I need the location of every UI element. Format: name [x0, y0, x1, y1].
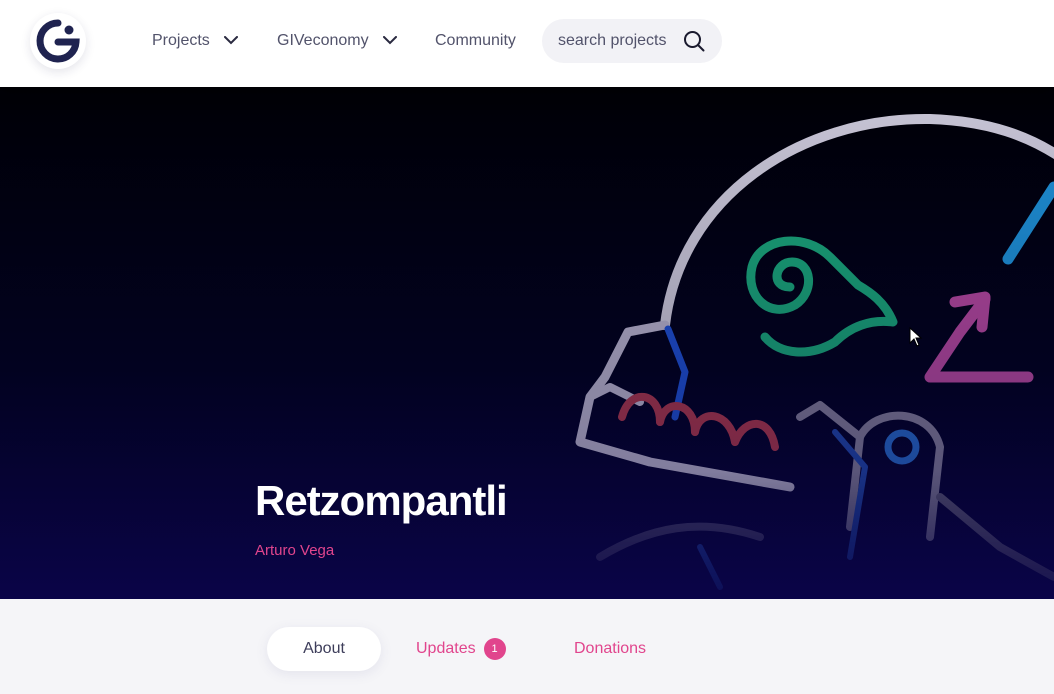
project-artwork: [575, 113, 1054, 590]
chevron-down-icon: [382, 32, 397, 50]
nav-giveconomy-label: GIVeconomy: [277, 32, 369, 49]
chevron-down-icon: [223, 32, 238, 50]
search-input[interactable]: [558, 30, 676, 52]
nav-projects-label: Projects: [152, 32, 210, 49]
nav-community-label: Community: [435, 32, 516, 49]
top-header: Projects GIVeconomy Community: [0, 0, 1054, 87]
tab-updates-label: Updates: [416, 640, 476, 657]
mouse-pointer-icon: [909, 326, 923, 352]
project-title: Retzompantli: [255, 477, 508, 524]
search-box: [542, 19, 722, 63]
project-tabs: About Updates 1 Donations: [0, 599, 1054, 694]
nav-projects[interactable]: Projects: [152, 30, 238, 52]
nav-community[interactable]: Community: [435, 30, 516, 52]
tab-donations[interactable]: Donations: [574, 627, 646, 671]
tab-about[interactable]: About: [267, 627, 381, 671]
tab-updates[interactable]: Updates 1: [416, 627, 506, 671]
nav-giveconomy[interactable]: GIVeconomy: [277, 30, 397, 52]
search-icon[interactable]: [683, 30, 705, 57]
updates-count-badge: 1: [483, 638, 506, 660]
project-author-link[interactable]: Arturo Vega: [255, 542, 334, 559]
giveth-logo-icon[interactable]: [30, 13, 86, 69]
tab-about-label: About: [303, 640, 345, 657]
project-hero-banner: Retzompantli Arturo Vega: [0, 87, 1054, 599]
tab-donations-label: Donations: [574, 640, 647, 657]
